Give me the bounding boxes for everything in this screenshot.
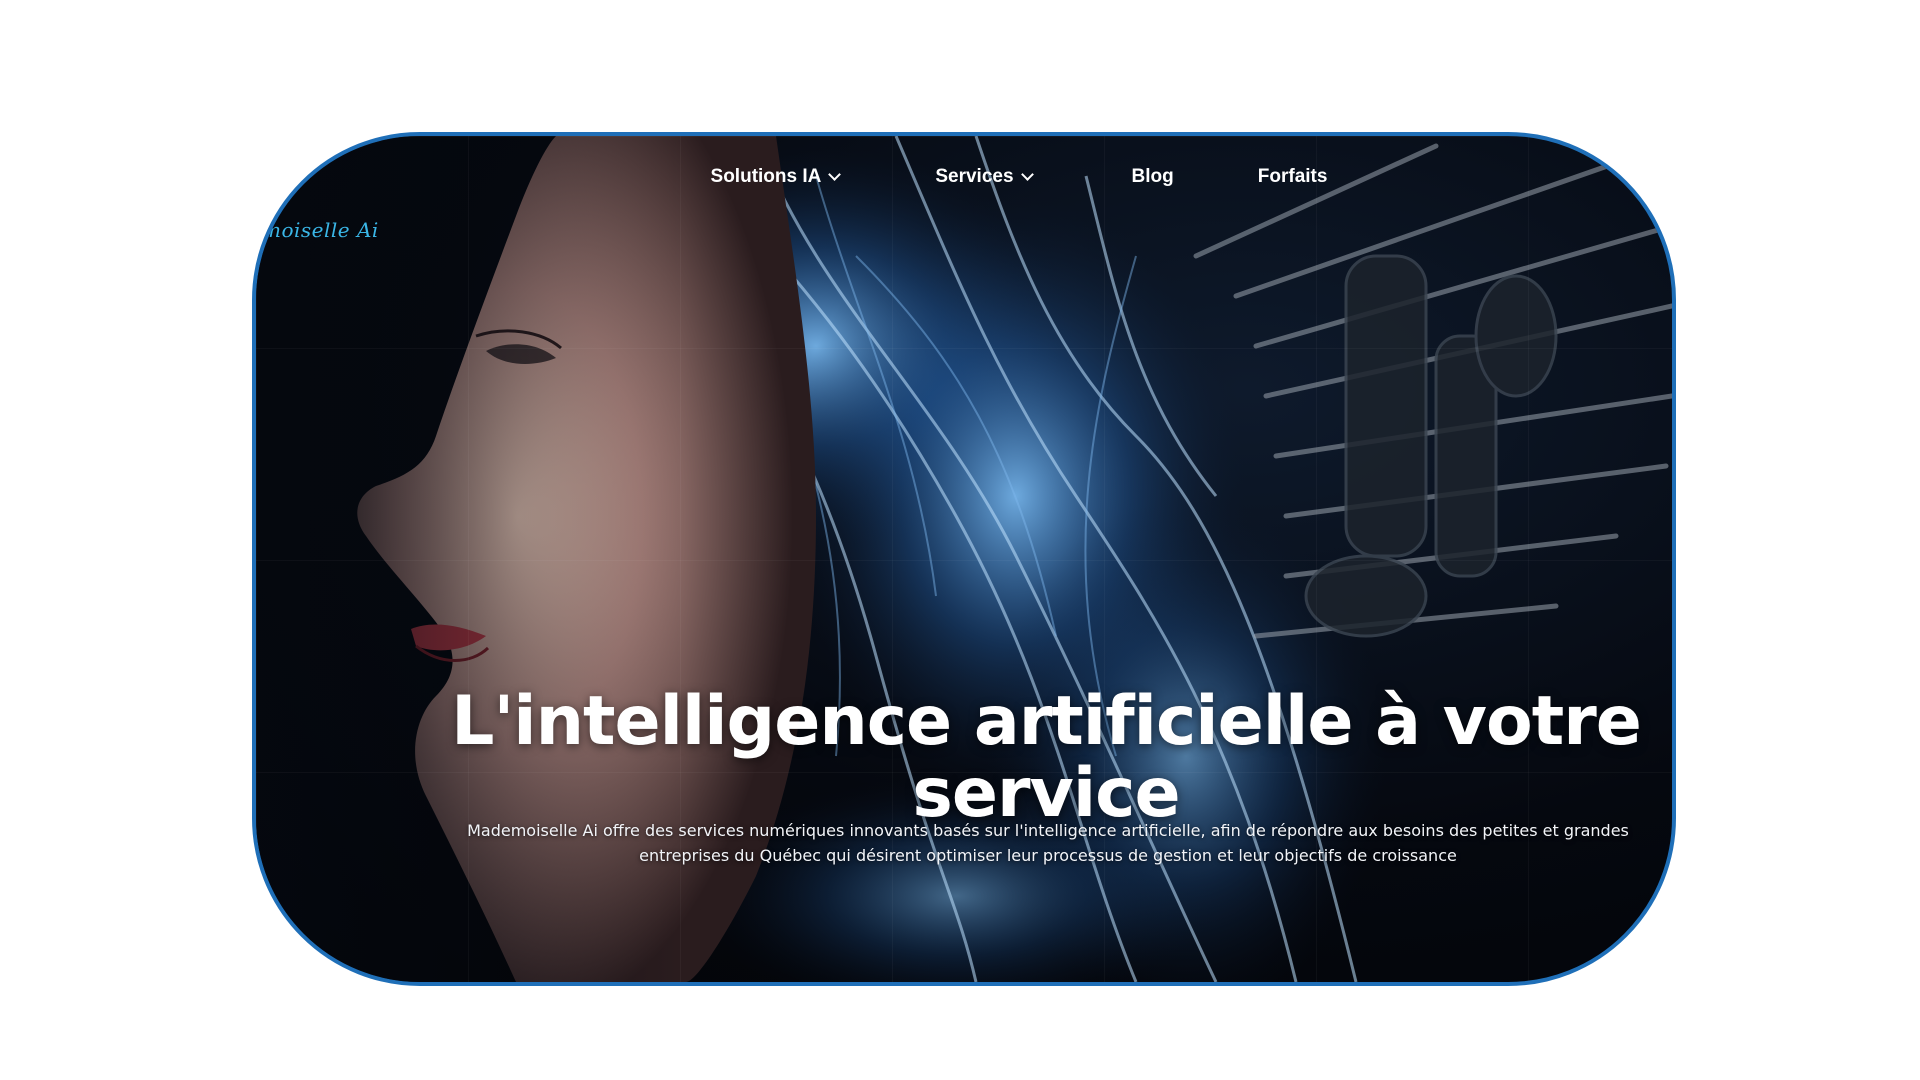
nav-item-services[interactable]: Services (935, 166, 1034, 188)
nav-item-label: Forfaits (1257, 166, 1328, 187)
nav-item-label: Blog (1131, 166, 1174, 187)
nav-item-label: Services (935, 166, 1014, 187)
hero-subtitle: Mademoiselle Ai offre des services numér… (467, 821, 1629, 865)
nav-item-forfaits[interactable]: Forfaits (1258, 166, 1328, 188)
brand-logo[interactable]: moiselle Ai (262, 218, 379, 242)
nav-item-solutions-ia[interactable]: Solutions IA (710, 166, 842, 188)
hero-headline: L'intelligence artificielle à votre serv… (451, 681, 1642, 833)
chevron-down-icon (828, 168, 842, 181)
hero-frame: moiselle Ai Solutions IA Services Blog F… (252, 132, 1676, 986)
chevron-down-icon (1020, 168, 1034, 181)
nav-item-blog[interactable]: Blog (1132, 166, 1174, 188)
main-nav: Solutions IA Services Blog Forfaits (256, 166, 1672, 188)
nav-item-label: Solutions IA (710, 166, 822, 187)
